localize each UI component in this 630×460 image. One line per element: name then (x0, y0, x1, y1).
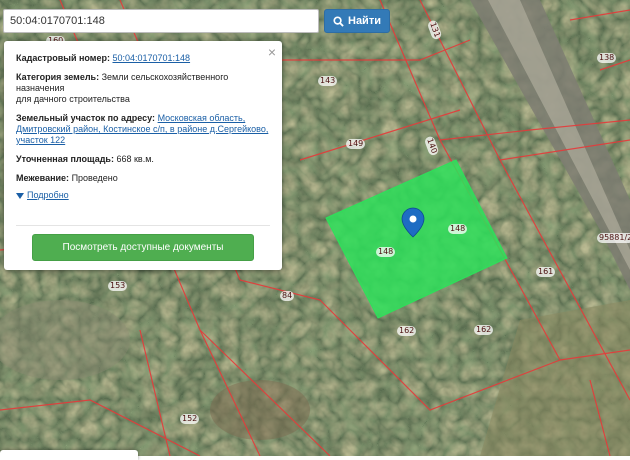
plot-label: 149 (346, 139, 366, 149)
cadastral-number-link[interactable]: 50:04:0170701:148 (112, 53, 190, 63)
address-row: Земельный участок по адресу: Московская … (16, 113, 270, 146)
triangle-down-icon (16, 192, 24, 199)
plot-label: 152 (180, 414, 200, 424)
search-button[interactable]: Найти (324, 9, 390, 33)
search-button-label: Найти (348, 15, 381, 27)
area-label: Уточненная площадь: (16, 154, 114, 164)
bottom-panel-tab[interactable] (0, 450, 138, 460)
plot-label: 162 (397, 326, 417, 336)
plot-label: 148 (376, 247, 396, 257)
area-row: Уточненная площадь: 668 кв.м. (16, 154, 270, 165)
plot-label: 84 (280, 291, 295, 301)
land-category-label: Категория земель: (16, 72, 100, 82)
plot-label: 138 (597, 53, 617, 63)
plot-label: 148 (448, 224, 468, 234)
plot-label: 161 (536, 267, 556, 277)
land-category-row: Категория земель: Земли сельскохозяйстве… (16, 72, 270, 105)
cadastral-search-input[interactable] (3, 9, 319, 33)
parcel-info-popup: × Кадастровый номер: 50:04:0170701:148 К… (4, 41, 282, 270)
address-label: Земельный участок по адресу: (16, 113, 156, 123)
plot-label: 143 (318, 76, 338, 86)
search-icon (333, 15, 344, 27)
close-icon[interactable]: × (268, 45, 276, 59)
plot-label: 95881/2 (597, 233, 630, 243)
plot-label: 153 (108, 281, 128, 291)
details-link: Подробно (27, 190, 69, 200)
plot-label: 162 (474, 325, 494, 335)
cadastral-number-label: Кадастровый номер: (16, 53, 110, 63)
land-use-value: для дачного строительства (16, 94, 130, 104)
survey-row: Межевание: Проведено (16, 173, 270, 184)
area-value: 668 кв.м. (116, 154, 154, 164)
cadastral-number-row: Кадастровый номер: 50:04:0170701:148 (16, 53, 270, 64)
survey-label: Межевание: (16, 173, 70, 183)
details-toggle[interactable]: Подробно (16, 190, 270, 201)
survey-value: Проведено (71, 173, 118, 183)
divider (16, 225, 270, 226)
view-documents-button[interactable]: Посмотреть доступные документы (32, 234, 254, 261)
